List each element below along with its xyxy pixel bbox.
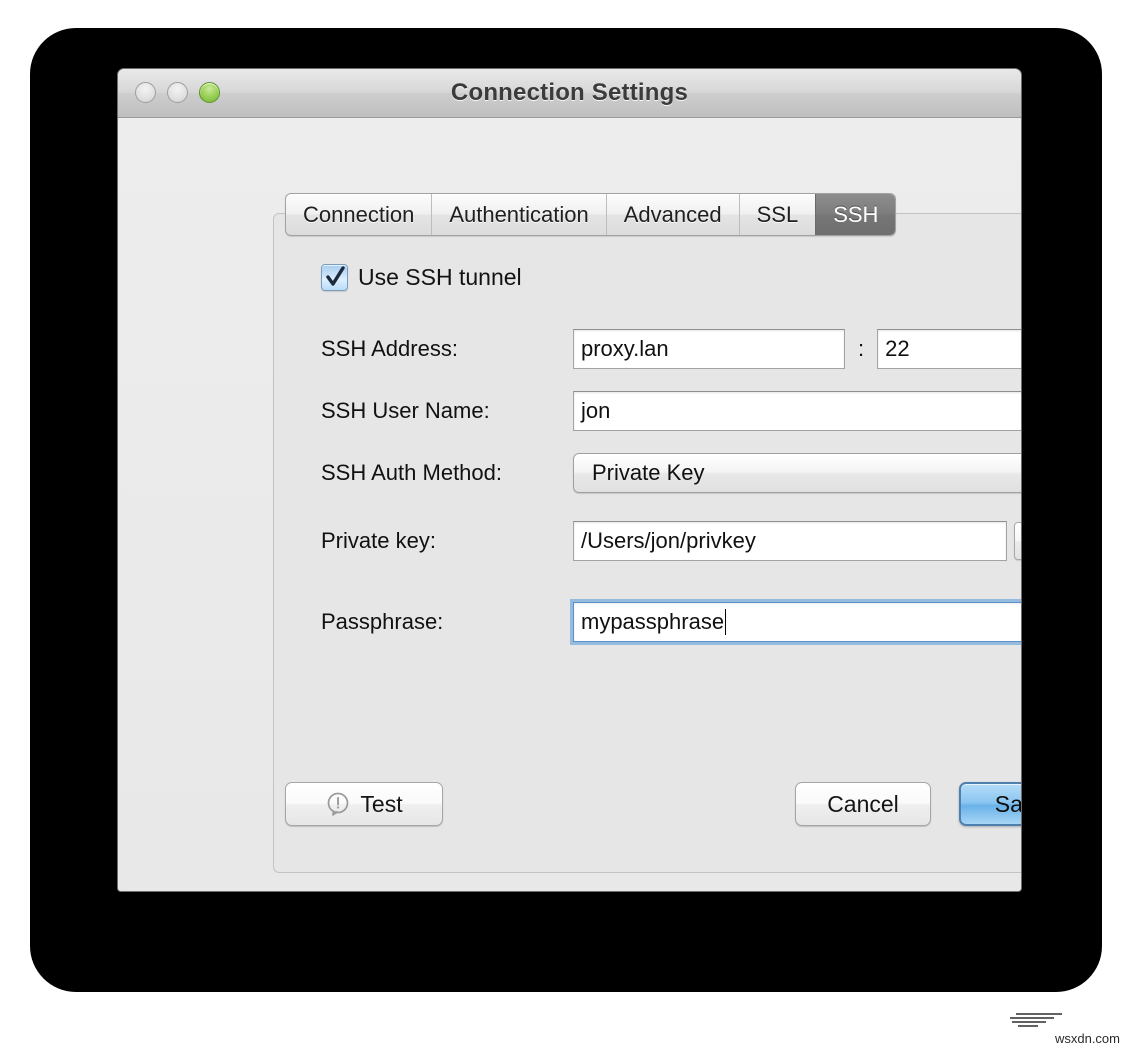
exclamation-bubble-icon <box>328 792 349 816</box>
zoom-button[interactable] <box>199 82 220 103</box>
passphrase-input[interactable]: mypassphrase <box>573 602 1021 642</box>
ssh-auth-method-value: Private Key <box>592 460 705 485</box>
passphrase-value: mypassphrase <box>581 609 725 634</box>
save-button-label: Save <box>994 790 1022 817</box>
window-body: Use SSH tunnel SSH Address: proxy.lan : … <box>118 118 1021 891</box>
tab-content-panel: Use SSH tunnel SSH Address: proxy.lan : … <box>273 213 1021 873</box>
passphrase-row: Passphrase: mypassphrase <box>321 602 1021 642</box>
window-titlebar: Connection Settings <box>118 69 1021 118</box>
save-button[interactable]: Save <box>959 782 1022 826</box>
watermark-text: wsxdn.com <box>1054 1031 1120 1046</box>
private-key-input[interactable]: /Users/jon/privkey <box>573 521 1007 561</box>
private-key-browse-button[interactable]: ... <box>1014 522 1021 560</box>
tab-authentication[interactable]: Authentication <box>431 194 605 235</box>
ssh-username-row: SSH User Name: jon <box>321 391 1021 431</box>
use-ssh-tunnel-checkbox[interactable] <box>321 264 348 291</box>
text-caret <box>725 609 727 635</box>
tab-advanced[interactable]: Advanced <box>605 194 739 235</box>
private-key-label: Private key: <box>321 528 436 553</box>
use-ssh-tunnel-label: Use SSH tunnel <box>358 264 522 290</box>
tab-ssh[interactable]: SSH <box>815 194 896 235</box>
ssh-username-input[interactable]: jon <box>573 391 1021 431</box>
traffic-light-group <box>135 82 220 103</box>
ssh-username-label: SSH User Name: <box>321 398 490 423</box>
test-button-label: Test <box>360 790 403 817</box>
ssh-address-label: SSH Address: <box>321 336 458 361</box>
connection-settings-window: Connection Settings Use SSH tunnel SSH A… <box>117 68 1022 892</box>
private-key-row: Private key: /Users/jon/privkey ... <box>321 521 1021 561</box>
cancel-button[interactable]: Cancel <box>795 782 931 826</box>
test-button[interactable]: Test <box>285 782 443 826</box>
ssh-address-host-input[interactable]: proxy.lan <box>573 329 845 369</box>
ssh-address-row: SSH Address: proxy.lan : 22 <box>321 329 1021 369</box>
close-button[interactable] <box>135 82 156 103</box>
window-title: Connection Settings <box>450 79 689 106</box>
tab-ssl[interactable]: SSL <box>738 194 816 235</box>
watermark-lines-icon <box>1010 1013 1062 1027</box>
cancel-button-label: Cancel <box>827 790 899 817</box>
use-ssh-tunnel-row[interactable]: Use SSH tunnel <box>321 264 522 291</box>
ssh-address-port-input[interactable]: 22 <box>877 329 1021 369</box>
minimize-button[interactable] <box>167 82 188 103</box>
ssh-auth-method-select[interactable]: Private Key <box>573 453 1021 493</box>
ssh-auth-method-label: SSH Auth Method: <box>321 460 502 485</box>
tab-connection[interactable]: Connection <box>286 194 431 235</box>
settings-tabbar: Connection Authentication Advanced SSL S… <box>285 193 897 236</box>
checkmark-icon <box>326 266 345 286</box>
ssh-auth-method-row: SSH Auth Method: Private Key <box>321 453 1021 493</box>
address-port-separator: : <box>858 336 865 361</box>
passphrase-label: Passphrase: <box>321 609 444 634</box>
